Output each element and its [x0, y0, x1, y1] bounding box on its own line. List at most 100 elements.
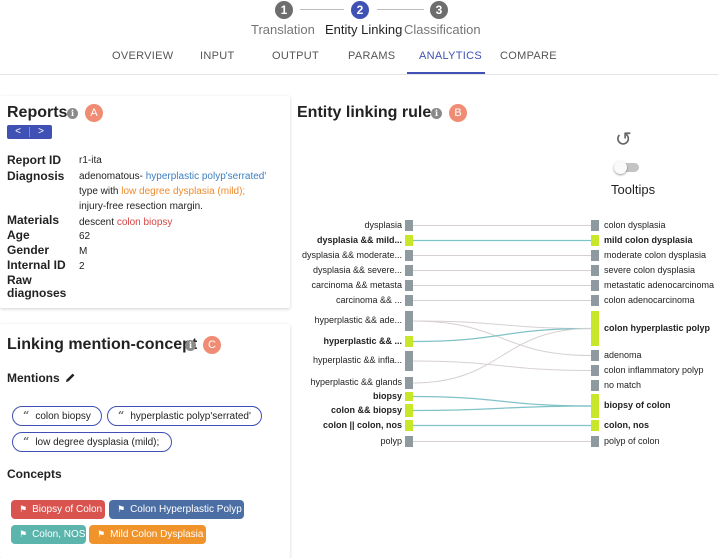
- sankey-left-label: colon || colon, nos: [322, 419, 402, 430]
- pen-icon[interactable]: [65, 372, 76, 383]
- sankey-left-node[interactable]: [405, 351, 413, 371]
- sankey-right-node[interactable]: [591, 295, 599, 306]
- sankey-right-node[interactable]: [591, 420, 599, 431]
- sankey-left-node[interactable]: [405, 311, 413, 331]
- sankey-link: [412, 320, 592, 329]
- sankey-right-node[interactable]: [591, 365, 599, 376]
- tooltips-label: Tooltips: [611, 182, 656, 197]
- sankey-left-node[interactable]: [405, 336, 413, 347]
- sankey-right-node[interactable]: [591, 235, 599, 246]
- sankey-right-node[interactable]: [591, 380, 599, 391]
- sankey-left-node[interactable]: [405, 420, 413, 431]
- sankey-left-node[interactable]: [405, 280, 413, 291]
- gender-label: Gender: [7, 243, 50, 257]
- concept-chip[interactable]: ⚑ Mild Colon Dysplasia: [89, 525, 206, 544]
- sankey-right-node[interactable]: [591, 436, 599, 447]
- sankey-left-node[interactable]: [405, 220, 413, 231]
- next-report-button[interactable]: >: [30, 125, 52, 139]
- step-2-label[interactable]: Entity Linking: [325, 22, 402, 37]
- concept-chip-label: Mild Colon Dysplasia: [110, 529, 204, 540]
- materials-text: descent: [79, 217, 117, 228]
- step-connector: [300, 9, 344, 10]
- mention-chip[interactable]: “ low degree dysplasia (mild);: [12, 432, 172, 452]
- toggle-knob: [614, 161, 627, 174]
- info-icon[interactable]: i: [431, 108, 442, 119]
- sankey-left-label: dysplasia && severe...: [312, 264, 402, 275]
- tag-icon: ⚑: [97, 529, 106, 539]
- mention-chip[interactable]: “ hyperplastic polyp'serrated': [107, 406, 262, 426]
- concepts-heading: Concepts: [7, 467, 62, 481]
- diagnosis-line-2: type with low degree dysplasia (mild);: [79, 186, 245, 197]
- internal-id-value: 2: [79, 261, 85, 272]
- tab-compare[interactable]: COMPARE: [500, 50, 557, 62]
- section-c-badge: C: [203, 336, 221, 354]
- tab-overview[interactable]: OVERVIEW: [112, 50, 174, 62]
- step-2-circle[interactable]: 2: [351, 1, 369, 19]
- reports-title: Reports: [7, 104, 68, 121]
- section-b-badge: B: [449, 104, 467, 122]
- tab-output[interactable]: OUTPUT: [272, 50, 319, 62]
- sankey-right-label: no match: [604, 379, 642, 390]
- sankey-left-node[interactable]: [405, 235, 413, 246]
- sankey-left-node[interactable]: [405, 250, 413, 261]
- sankey-right-node[interactable]: [591, 280, 599, 291]
- sankey-right-label: colon adenocarcinoma: [604, 294, 695, 305]
- sankey-right-node[interactable]: [591, 394, 599, 418]
- step-3-label[interactable]: Classification: [404, 22, 481, 37]
- concept-chip[interactable]: ⚑ Biopsy of Colon: [11, 500, 105, 519]
- internal-id-label: Internal ID: [7, 258, 66, 272]
- tab-analytics[interactable]: ANALYTICS: [419, 50, 482, 62]
- sankey-right-label: moderate colon dysplasia: [604, 249, 707, 260]
- sankey-left-node[interactable]: [405, 377, 413, 389]
- concept-chip-label: Colon, NOS: [32, 529, 86, 540]
- info-icon[interactable]: i: [185, 340, 196, 351]
- step-1-label[interactable]: Translation: [251, 22, 315, 37]
- mention-low-degree-dysplasia: low degree dysplasia (mild);: [121, 186, 246, 197]
- rules-title: Entity linking rules: [297, 104, 441, 121]
- sankey-left-label: hyperplastic && glands: [310, 377, 402, 387]
- section-a-badge: A: [85, 104, 103, 122]
- gender-value: M: [79, 246, 88, 257]
- sankey-right-label: colon, nos: [604, 419, 649, 430]
- sankey-right-label: metastatic adenocarcinoma: [604, 279, 715, 290]
- step-3-circle[interactable]: 3: [430, 1, 448, 19]
- tabs-divider: [0, 74, 718, 75]
- sankey-link: [412, 405, 592, 412]
- sankey-right-node[interactable]: [591, 350, 599, 361]
- age-value: 62: [79, 231, 91, 242]
- step-1-circle[interactable]: 1: [275, 1, 293, 19]
- sankey-right-node[interactable]: [591, 220, 599, 231]
- sankey-left-node[interactable]: [405, 392, 413, 401]
- mention-colon-biopsy: colon biopsy: [116, 217, 173, 228]
- concept-chip[interactable]: ⚑ Colon, NOS: [11, 525, 86, 544]
- tab-params[interactable]: PARAMS: [348, 50, 395, 62]
- tab-input[interactable]: INPUT: [200, 50, 235, 62]
- mention-chip[interactable]: “ colon biopsy: [12, 406, 102, 426]
- quote-icon: “: [23, 409, 30, 422]
- info-icon[interactable]: i: [67, 108, 78, 119]
- sankey-link: [412, 320, 592, 356]
- sankey-left-label: dysplasia: [364, 219, 402, 230]
- sankey-left-node[interactable]: [405, 436, 413, 447]
- tooltips-toggle[interactable]: [614, 161, 639, 174]
- diagnosis-text: type with: [79, 186, 122, 197]
- mention-hyperplastic-polyp: hyperplastic polyp'serrated': [145, 171, 267, 182]
- sankey-left-node[interactable]: [405, 265, 413, 276]
- sankey-right-node[interactable]: [591, 311, 599, 346]
- quote-icon: “: [118, 409, 125, 422]
- prev-report-button[interactable]: <: [7, 125, 29, 139]
- linking-title: Linking mention-concept: [7, 336, 198, 353]
- age-label: Age: [7, 228, 30, 242]
- sankey-right-label: severe colon dysplasia: [604, 264, 696, 275]
- step-connector: [377, 9, 424, 10]
- sankey-left-label: carcinoma && ...: [335, 294, 402, 305]
- sankey-left-node[interactable]: [405, 404, 413, 417]
- sankey-left-node[interactable]: [405, 295, 413, 306]
- concept-chip[interactable]: ⚑ Colon Hyperplastic Polyp: [109, 500, 244, 519]
- sankey-right-node[interactable]: [591, 265, 599, 276]
- sankey-link: [412, 360, 592, 371]
- sankey-right-node[interactable]: [591, 250, 599, 261]
- tag-icon: ⚑: [117, 504, 126, 514]
- reset-icon[interactable]: ↺: [615, 127, 632, 151]
- sankey-right-label: colon dysplasia: [604, 219, 666, 230]
